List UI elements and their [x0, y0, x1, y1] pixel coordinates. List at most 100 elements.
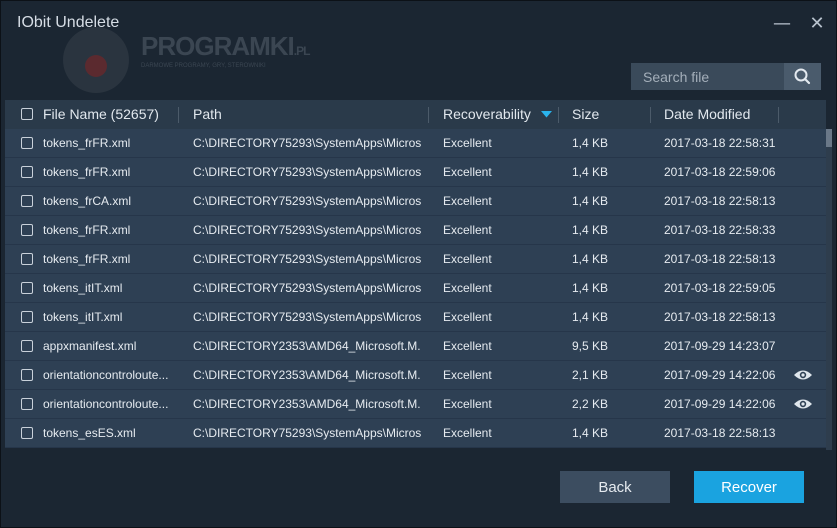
column-divider[interactable] [428, 107, 429, 123]
file-recoverability: Excellent [443, 339, 492, 353]
file-path: C:\DIRECTORY75293\SystemApps\Micros... [193, 426, 421, 440]
column-size[interactable]: Size [572, 100, 599, 129]
file-date-modified: 2017-03-18 22:58:31 [664, 136, 776, 150]
file-path: C:\DIRECTORY75293\SystemApps\Micros... [193, 252, 421, 266]
column-divider[interactable] [178, 107, 179, 123]
select-all-checkbox[interactable] [21, 108, 33, 120]
table-row[interactable]: tokens_frFR.xml C:\DIRECTORY75293\System… [5, 216, 826, 245]
file-name: tokens_esES.xml [43, 426, 136, 440]
table-header: File Name (52657) Path Recoverability Si… [5, 100, 826, 129]
file-path: C:\DIRECTORY75293\SystemApps\Micros... [193, 194, 421, 208]
minimize-button[interactable]: — [769, 11, 795, 37]
file-name: tokens_frCA.xml [43, 194, 132, 208]
file-path: C:\DIRECTORY75293\SystemApps\Micros... [193, 281, 421, 295]
vertical-scrollbar[interactable] [826, 129, 832, 450]
watermark-text: PROGRAMKI.PL [141, 31, 310, 61]
file-size: 2,2 KB [572, 397, 609, 411]
file-path: C:\DIRECTORY2353\AMD64_Microsoft.M... [193, 339, 421, 353]
file-recoverability: Excellent [443, 165, 492, 179]
row-checkbox[interactable] [21, 166, 33, 178]
table-row[interactable]: tokens_frFR.xml C:\DIRECTORY75293\System… [5, 129, 826, 158]
row-checkbox[interactable] [21, 369, 33, 381]
file-path: C:\DIRECTORY2353\AMD64_Microsoft.M... [193, 368, 421, 382]
recover-button[interactable]: Recover [694, 471, 804, 503]
column-recoverability[interactable]: Recoverability [443, 100, 531, 129]
file-size: 1,4 KB [572, 426, 609, 440]
row-checkbox[interactable] [21, 137, 33, 149]
footer: Back Recover [1, 450, 836, 527]
table-row[interactable]: orientationcontroloute... C:\DIRECTORY23… [5, 390, 826, 419]
file-name: tokens_frFR.xml [43, 165, 131, 179]
column-divider[interactable] [778, 107, 779, 123]
file-name: orientationcontroloute... [43, 397, 169, 411]
table-row[interactable]: tokens_esES.xml C:\DIRECTORY75293\System… [5, 419, 826, 448]
file-date-modified: 2017-03-18 22:58:13 [664, 310, 776, 324]
table-row[interactable]: tokens_itIT.xml C:\DIRECTORY75293\System… [5, 303, 826, 332]
row-checkbox[interactable] [21, 311, 33, 323]
sort-down-icon[interactable] [541, 111, 552, 118]
file-recoverability: Excellent [443, 281, 492, 295]
file-name: orientationcontroloute... [43, 368, 169, 382]
row-checkbox[interactable] [21, 398, 33, 410]
file-size: 1,4 KB [572, 252, 609, 266]
file-name: tokens_itIT.xml [43, 281, 123, 295]
row-checkbox[interactable] [21, 427, 33, 439]
file-date-modified: 2017-03-18 22:58:33 [664, 223, 776, 237]
watermark-subtitle: DARMOWE PROGRAMY, GRY, STEROWNIKI [141, 63, 266, 69]
search-box [631, 63, 821, 90]
table-row[interactable]: orientationcontroloute... C:\DIRECTORY23… [5, 361, 826, 390]
file-name: tokens_frFR.xml [43, 223, 131, 237]
row-checkbox[interactable] [21, 224, 33, 236]
preview-eye-icon[interactable] [793, 397, 813, 411]
file-name: tokens_frFR.xml [43, 252, 131, 266]
column-date-modified[interactable]: Date Modified [664, 100, 750, 129]
programki-watermark: PROGRAMKI.PL DARMOWE PROGRAMY, GRY, STER… [63, 21, 310, 101]
back-button[interactable]: Back [560, 471, 670, 503]
close-button[interactable]: ✕ [804, 11, 830, 37]
title-bar: PROGRAMKI.PL DARMOWE PROGRAMY, GRY, STER… [1, 1, 836, 99]
file-recoverability: Excellent [443, 223, 492, 237]
file-recoverability: Excellent [443, 252, 492, 266]
table-row[interactable]: tokens_frCA.xml C:\DIRECTORY75293\System… [5, 187, 826, 216]
file-path: C:\DIRECTORY75293\SystemApps\Micros... [193, 165, 421, 179]
row-checkbox[interactable] [21, 195, 33, 207]
search-icon [794, 68, 811, 85]
file-name: appxmanifest.xml [43, 339, 137, 353]
file-size: 1,4 KB [572, 310, 609, 324]
file-date-modified: 2017-03-18 22:58:13 [664, 426, 776, 440]
file-list: tokens_frFR.xml C:\DIRECTORY75293\System… [5, 129, 826, 450]
iobit-undelete-window: PROGRAMKI.PL DARMOWE PROGRAMY, GRY, STER… [0, 0, 837, 528]
file-recoverability: Excellent [443, 310, 492, 324]
file-path: C:\DIRECTORY75293\SystemApps\Micros... [193, 136, 421, 150]
table-row[interactable]: tokens_frFR.xml C:\DIRECTORY75293\System… [5, 158, 826, 187]
file-path: C:\DIRECTORY2353\AMD64_Microsoft.M... [193, 397, 421, 411]
file-date-modified: 2017-09-29 14:23:07 [664, 339, 776, 353]
file-path: C:\DIRECTORY75293\SystemApps\Micros... [193, 310, 421, 324]
preview-eye-icon[interactable] [793, 368, 813, 382]
row-checkbox[interactable] [21, 282, 33, 294]
file-path: C:\DIRECTORY75293\SystemApps\Micros... [193, 223, 421, 237]
column-divider[interactable] [650, 107, 651, 123]
file-recoverability: Excellent [443, 397, 492, 411]
column-file-name[interactable]: File Name (52657) [43, 100, 159, 129]
table-row[interactable]: tokens_frFR.xml C:\DIRECTORY75293\System… [5, 245, 826, 274]
table-row[interactable]: appxmanifest.xml C:\DIRECTORY2353\AMD64_… [5, 332, 826, 361]
table-row[interactable]: tokens_itIT.xml C:\DIRECTORY75293\System… [5, 274, 826, 303]
watermark-logo-icon [63, 27, 129, 93]
scrollbar-thumb[interactable] [826, 129, 832, 147]
column-divider[interactable] [558, 107, 559, 123]
column-path[interactable]: Path [193, 100, 222, 129]
row-checkbox[interactable] [21, 340, 33, 352]
file-recoverability: Excellent [443, 136, 492, 150]
row-checkbox[interactable] [21, 253, 33, 265]
file-size: 1,4 KB [572, 194, 609, 208]
file-date-modified: 2017-03-18 22:59:05 [664, 281, 776, 295]
file-size: 1,4 KB [572, 281, 609, 295]
window-title: IObit Undelete [17, 14, 120, 31]
file-size: 2,1 KB [572, 368, 609, 382]
file-date-modified: 2017-03-18 22:58:13 [664, 252, 776, 266]
search-input[interactable] [631, 63, 781, 90]
search-button[interactable] [784, 63, 821, 90]
file-date-modified: 2017-03-18 22:58:13 [664, 194, 776, 208]
file-recoverability: Excellent [443, 368, 492, 382]
